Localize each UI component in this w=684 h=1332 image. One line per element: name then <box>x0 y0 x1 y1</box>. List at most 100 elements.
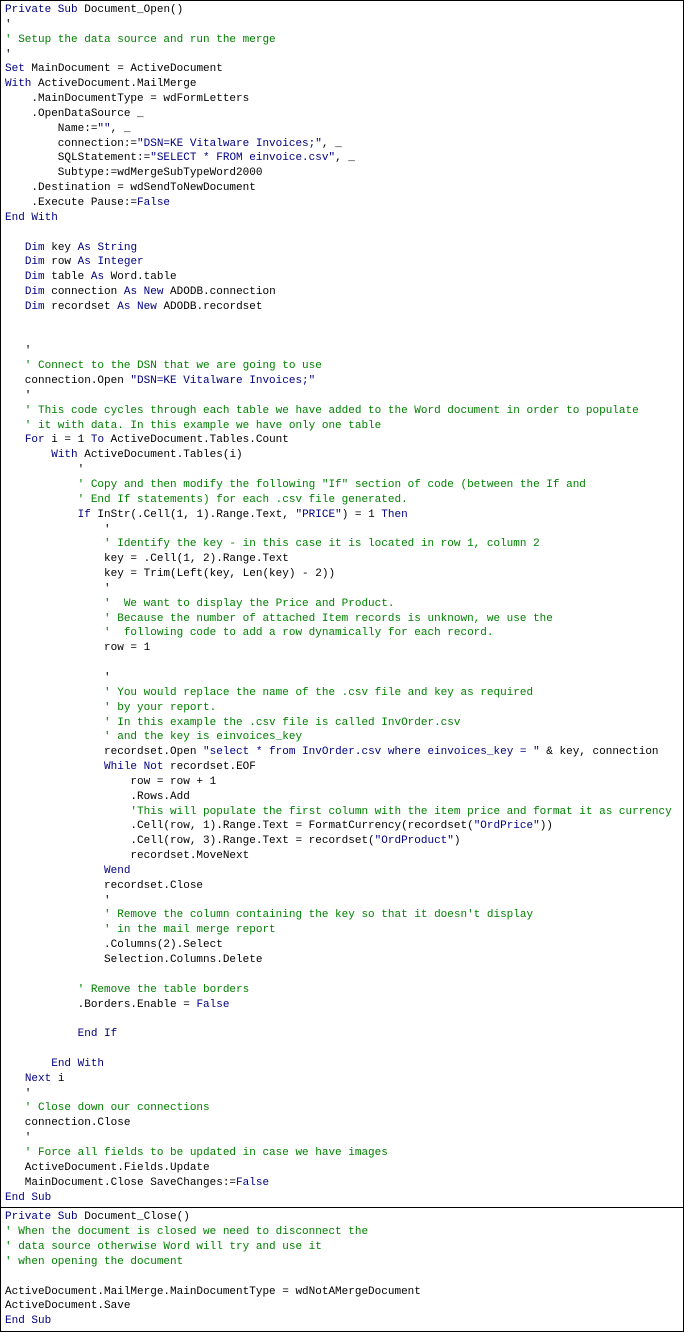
code-token: key = .Cell(1, 2).Range.Text <box>5 553 289 565</box>
code-token: As <box>91 271 104 283</box>
code-token: ' <box>5 1088 31 1100</box>
code-token <box>5 761 104 773</box>
code-token: False <box>137 197 170 209</box>
code-token: ) <box>454 835 461 847</box>
code-token: Document_Open() <box>78 4 184 16</box>
code-token: ' Because the number of attached Item re… <box>5 613 553 625</box>
code-token <box>5 301 25 313</box>
code-token: 'This will populate the first column wit… <box>5 806 672 818</box>
code-token: ' <box>5 1132 31 1144</box>
code-token: recordset.EOF <box>163 761 255 773</box>
code-block-document-close: Private Sub Document_Close() ' When the … <box>0 1208 684 1332</box>
code-token: ' <box>5 345 31 357</box>
code-token: Dim <box>25 271 45 283</box>
code-token: Private Sub <box>5 4 78 16</box>
code-token: Word.table <box>104 271 177 283</box>
code-token: ActiveDocument.Tables(i) <box>78 449 243 461</box>
code-token: key <box>45 242 78 254</box>
code-token: ' When the document is closed we need to… <box>5 1226 368 1238</box>
code-token: ADODB.connection <box>163 286 275 298</box>
code-token: ' <box>5 390 31 402</box>
code-token: With <box>51 449 77 461</box>
code-token: ' <box>5 583 111 595</box>
code-token: connection.Close <box>5 1117 130 1129</box>
code-token <box>5 286 25 298</box>
code-token: To <box>91 434 104 446</box>
code-token: table <box>45 271 91 283</box>
code-token <box>5 509 78 521</box>
code-token <box>5 865 104 877</box>
code-container: Private Sub Document_Open() ' ' Setup th… <box>0 0 684 1332</box>
code-token: "OrdPrice" <box>474 820 540 832</box>
code-token: ' Identify the key - in this case it is … <box>5 538 540 550</box>
code-token: ' <box>5 49 12 61</box>
code-token: ' Copy and then modify the following "If… <box>5 479 586 491</box>
code-token: ' Remove the table borders <box>5 984 249 996</box>
code-token: Subtype:=wdMergeSubTypeWord2000 <box>5 167 262 179</box>
code-token: ' <box>5 672 111 684</box>
code-token: "" <box>97 123 110 135</box>
code-token: i <box>51 1073 64 1085</box>
code-token: ADODB.recordset <box>157 301 263 313</box>
code-token: Dim <box>25 301 45 313</box>
code-token: connection.Open <box>5 375 130 387</box>
code-token: recordset.Open <box>5 746 203 758</box>
code-token: ' when opening the document <box>5 1256 183 1268</box>
code-token: ' Remove the column containing the key s… <box>5 909 533 921</box>
code-token: Then <box>381 509 407 521</box>
code-token: recordset <box>45 301 118 313</box>
code-token: row = row + 1 <box>5 776 216 788</box>
code-token: Document_Close() <box>78 1211 190 1223</box>
code-token: Set <box>5 63 25 75</box>
code-token: For <box>25 434 45 446</box>
code-token: As New <box>117 301 157 313</box>
code-token <box>5 1058 51 1070</box>
code-token: "SELECT * FROM einvoice.csv" <box>150 152 335 164</box>
code-token: ActiveDocument.MailMerge <box>31 78 196 90</box>
code-token: Next <box>25 1073 51 1085</box>
code-token: .MainDocumentType = wdFormLetters <box>5 93 249 105</box>
code-token: With <box>5 78 31 90</box>
code-token: End With <box>5 212 58 224</box>
code-token: ' data source otherwise Word will try an… <box>5 1241 322 1253</box>
code-token: "PRICE" <box>295 509 341 521</box>
code-block-document-open: Private Sub Document_Open() ' ' Setup th… <box>0 0 684 1208</box>
code-token <box>5 434 25 446</box>
code-token: connection:= <box>5 138 137 150</box>
code-token: ' <box>5 895 111 907</box>
code-token: Dim <box>25 286 45 298</box>
code-token: Name:= <box>5 123 97 135</box>
code-token: i = 1 <box>45 434 91 446</box>
code-token: ' it with data. In this example we have … <box>5 420 381 432</box>
code-token: "DSN=KE Vitalware Invoices;" <box>137 138 322 150</box>
code-token <box>5 271 25 283</box>
code-token: .Cell(row, 3).Range.Text = recordset( <box>5 835 375 847</box>
code-token: .Execute Pause:= <box>5 197 137 209</box>
code-token: .Rows.Add <box>5 791 190 803</box>
code-token: ' <box>5 524 111 536</box>
code-token: ' and the key is einvoices_key <box>5 731 302 743</box>
code-token: .Columns(2).Select <box>5 939 223 951</box>
code-token <box>5 256 25 268</box>
code-token: ' Setup the data source and run the merg… <box>5 34 276 46</box>
code-token: ActiveDocument.Save <box>5 1300 130 1312</box>
code-token: End With <box>51 1058 104 1070</box>
code-token: recordset.MoveNext <box>5 850 249 862</box>
code-token: connection <box>45 286 124 298</box>
code-token: )) <box>540 820 553 832</box>
code-token: Dim <box>25 256 45 268</box>
code-token: End Sub <box>5 1192 51 1204</box>
code-token: InStr(.Cell(1, 1).Range.Text, <box>91 509 296 521</box>
code-token: row = 1 <box>5 642 150 654</box>
code-token: As String <box>78 242 137 254</box>
code-token: ' by your report. <box>5 702 216 714</box>
code-token: "OrdProduct" <box>375 835 454 847</box>
code-token <box>5 1028 78 1040</box>
code-token: MainDocument = ActiveDocument <box>25 63 223 75</box>
code-token: End If <box>78 1028 118 1040</box>
code-token: Private Sub <box>5 1211 78 1223</box>
code-token: ActiveDocument.Tables.Count <box>104 434 289 446</box>
code-token: .Borders.Enable = <box>5 999 196 1011</box>
code-token: End Sub <box>5 1315 51 1327</box>
code-token: ' You would replace the name of the .csv… <box>5 687 533 699</box>
